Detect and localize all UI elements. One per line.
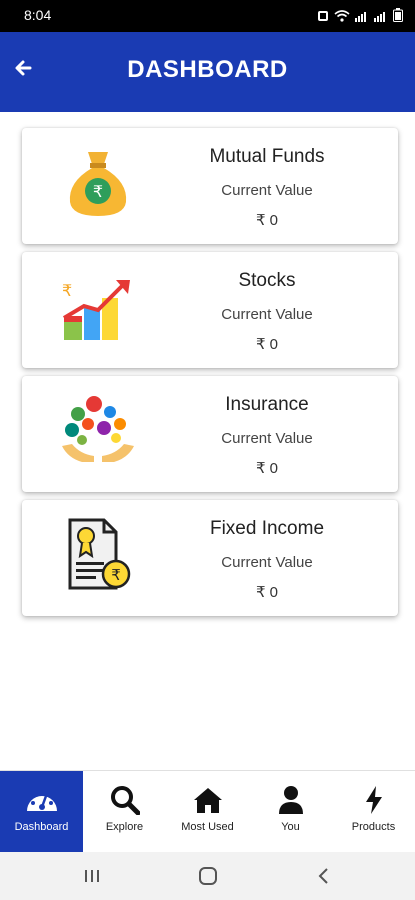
signal-icon-2 [374, 9, 388, 27]
wifi-icon [334, 9, 350, 27]
app-bar: DASHBOARD [0, 32, 415, 112]
system-back-button[interactable] [314, 866, 334, 886]
card-title: Mutual Funds [209, 146, 325, 167]
nav-item-products[interactable]: Products [332, 771, 415, 853]
page-title: DASHBOARD [127, 56, 288, 83]
card-title: Stocks [238, 270, 296, 291]
card-title: Fixed Income [209, 518, 325, 539]
card-value: ₹ 0 [255, 212, 279, 229]
search-icon [110, 786, 140, 815]
lightning-icon [365, 786, 382, 814]
recent-apps-button[interactable] [82, 866, 102, 886]
nav-item-most-used[interactable]: Most Used [166, 771, 249, 853]
card-text: Insurance Current Value ₹ 0 [172, 392, 362, 477]
nav-label: Explore [105, 821, 144, 833]
system-nav-bar [0, 852, 415, 900]
status-time: 8:04 [24, 7, 52, 23]
recents-icon [85, 870, 99, 882]
growth-chart-icon: ₹ [58, 268, 138, 348]
card-text: Stocks Current Value ₹ 0 [172, 268, 362, 353]
insurance-hands-icon [58, 392, 138, 472]
nav-label: Dashboard [14, 821, 69, 833]
card-subtitle: Current Value [221, 430, 313, 447]
card-subtitle: Current Value [221, 554, 313, 571]
card-stocks[interactable]: ₹ Stocks Current Value ₹ 0 [22, 252, 398, 368]
nav-item-dashboard[interactable]: Dashboard [0, 771, 83, 853]
svg-text:₹: ₹ [93, 182, 103, 201]
money-bag-icon: ₹ [58, 144, 138, 224]
speedometer-icon [26, 790, 57, 811]
signal-icon [355, 9, 369, 27]
battery-icon [393, 8, 403, 27]
status-icons [317, 8, 403, 27]
card-text: Fixed Income Current Value ₹ 0 [172, 516, 362, 601]
nav-label: You [281, 821, 300, 833]
nav-item-explore[interactable]: Explore [83, 771, 166, 853]
home-icon [193, 788, 222, 813]
card-value: ₹ 0 [255, 460, 279, 477]
chevron-left-icon [318, 868, 328, 884]
card-mutual-funds[interactable]: ₹ Mutual Funds Current Value ₹ 0 [22, 128, 398, 244]
card-text: Mutual Funds Current Value ₹ 0 [172, 144, 362, 229]
svg-text:₹: ₹ [62, 281, 72, 300]
home-circle-icon [199, 867, 217, 885]
nav-item-you[interactable]: You [249, 771, 332, 853]
nav-label: Products [351, 821, 396, 833]
card-title: Insurance [225, 394, 309, 415]
notification-icon [317, 9, 329, 27]
card-fixed-income[interactable]: ₹ Fixed Income Current Value ₹ 0 [22, 500, 398, 616]
card-value: ₹ 0 [255, 336, 279, 353]
certificate-icon: ₹ [58, 516, 138, 596]
bottom-nav: Dashboard Explore Most Used You Products [0, 770, 415, 853]
card-value: ₹ 0 [255, 584, 279, 601]
home-button[interactable] [198, 866, 218, 886]
card-insurance[interactable]: Insurance Current Value ₹ 0 [22, 376, 398, 492]
card-subtitle: Current Value [221, 306, 313, 323]
person-icon [278, 786, 303, 814]
nav-label: Most Used [181, 821, 234, 833]
card-subtitle: Current Value [221, 182, 313, 199]
portfolio-card-list: ₹ Mutual Funds Current Value ₹ 0 ₹ Stock… [22, 128, 398, 624]
status-bar: 8:04 [0, 0, 415, 32]
svg-text:₹: ₹ [111, 566, 121, 584]
